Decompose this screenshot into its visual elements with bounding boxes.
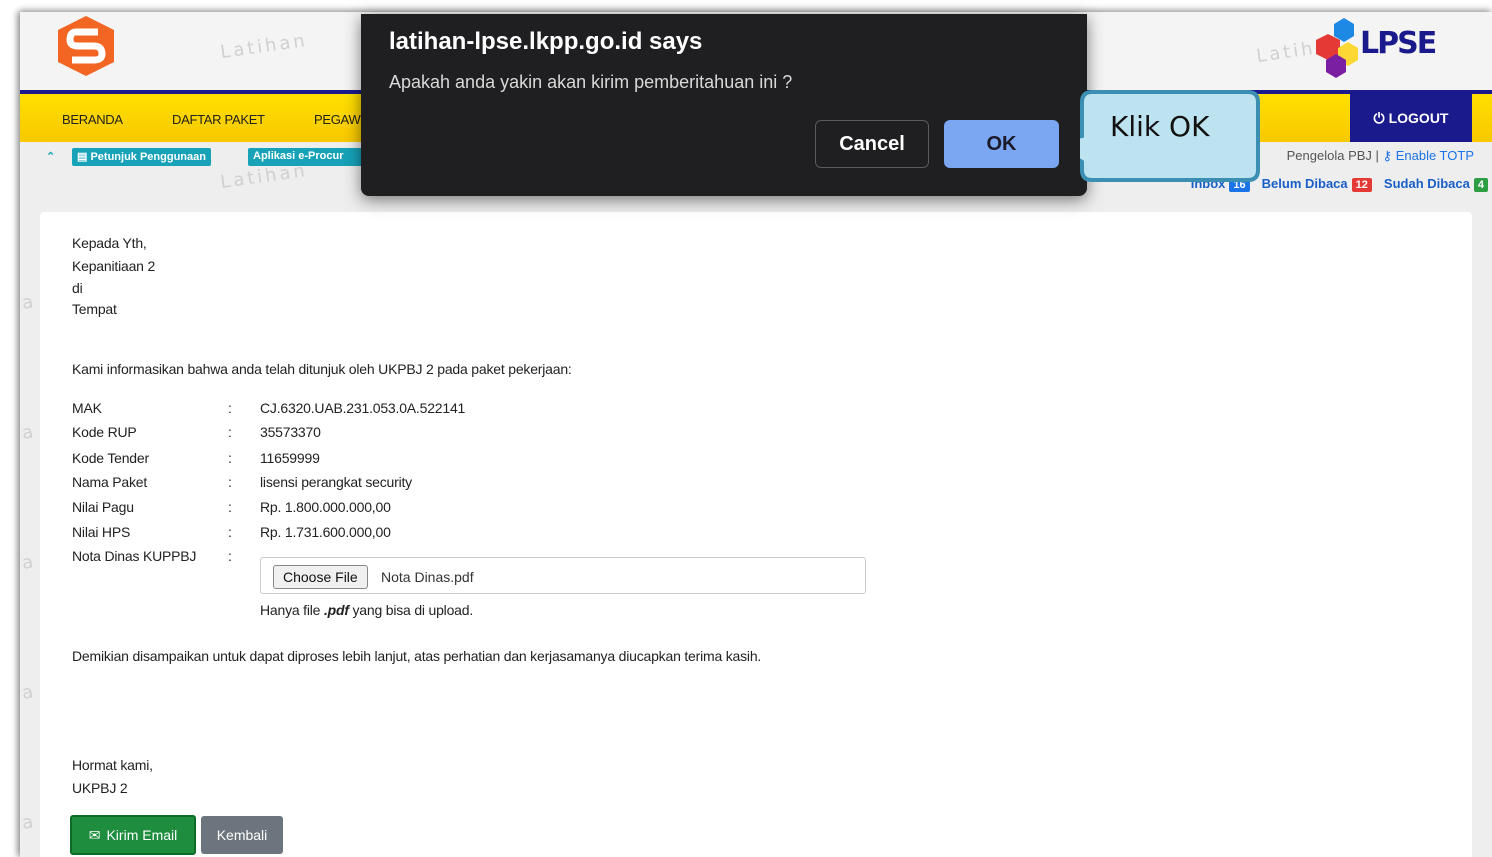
envelope-icon: ✉ [88,826,101,843]
lpse-hexagon-icon [1316,18,1358,78]
field-value-nilai-pagu: Rp. 1.800.000.000,00 [260,499,391,515]
field-value-kode-rup: 35573370 [260,424,321,440]
watermark-text: a [20,291,38,314]
petunjuk-penggunaan-link[interactable]: ▤ Petunjuk Penggunaan [72,148,211,166]
sign-off-line: UKPBJ 2 [72,780,128,796]
selected-file-name: Nota Dinas.pdf [381,569,474,585]
field-colon: : [228,474,232,490]
kirim-email-label: Kirim Email [106,827,178,843]
enable-totp-link[interactable]: Enable TOTP [1396,148,1474,163]
watermark-text: a [20,681,38,704]
field-label-kode-tender: Kode Tender [72,450,149,466]
sudah-dibaca-link[interactable]: Sudah Dibaca 4 [1384,176,1488,192]
field-label-nilai-hps: Nilai HPS [72,524,131,540]
kembali-button[interactable]: Kembali [201,816,283,854]
belum-dibaca-link[interactable]: Belum Dibaca 12 [1262,176,1372,192]
belum-dibaca-count-badge: 12 [1351,178,1372,192]
field-label-mak: MAK [72,400,102,416]
cancel-button[interactable]: Cancel [815,120,929,168]
book-icon: ▤ [77,151,91,163]
watermark-text: a [20,421,38,444]
logout-button[interactable]: ⏻ LOGOUT [1350,94,1472,142]
sudah-dibaca-label: Sudah Dibaca [1383,176,1470,191]
field-colon: : [228,424,232,440]
field-value-mak: CJ.6320.UAB.231.053.0A.522141 [260,400,466,416]
nav-beranda[interactable]: BERANDA [62,112,123,127]
sudah-dibaca-count-badge: 4 [1473,178,1488,192]
dialog-message: Apakah anda yakin akan kirim pemberitahu… [389,72,793,92]
power-icon: ⏻ [1373,109,1385,126]
field-label-nama-paket: Nama Paket [72,474,148,490]
role-label: Pengelola PBJ | [1286,148,1379,163]
belum-dibaca-label: Belum Dibaca [1261,176,1348,191]
greeting-line: Kepada Yth, [72,235,147,251]
field-label-kode-rup: Kode RUP [72,424,137,440]
intro-text: Kami informasikan bahwa anda telah ditun… [72,361,572,377]
nav-pegawai[interactable]: PEGAW [314,112,361,127]
nota-dinas-file-input[interactable]: Choose File Nota Dinas.pdf [260,557,866,594]
hint-extension: .pdf [323,602,349,618]
field-colon: : [228,548,232,564]
upload-hint: Hanya file .pdf yang bisa di upload. [260,599,473,621]
greeting-line: Kepanitiaan 2 [72,258,156,274]
role-info: Pengelola PBJ | ⚷ Enable TOTP [1287,148,1474,164]
watermark-text: Latihan [218,29,310,64]
instruction-callout: Klik OK [1046,90,1260,182]
field-colon: : [228,524,232,540]
lpse-logo: LPSE [1306,16,1476,78]
kirim-email-button[interactable]: ✉ Kirim Email [70,815,196,855]
field-colon: : [228,450,232,466]
closing-text: Demikian disampaikan untuk dapat diprose… [72,648,762,664]
field-label-nilai-pagu: Nilai Pagu [72,499,134,515]
field-label-nota-dinas: Nota Dinas KUPPBJ [72,548,197,564]
logout-label: LOGOUT [1388,110,1449,126]
hint-suffix: yang bisa di upload. [348,602,474,618]
confirm-dialog: latihan-lpse.lkpp.go.id says Apakah anda… [361,14,1087,196]
key-icon: ⚷ [1382,148,1393,163]
spse-logo [58,16,114,76]
collapse-up-icon[interactable]: ⌃ [46,150,55,163]
dialog-title: latihan-lpse.lkpp.go.id says [389,28,703,55]
field-colon: : [228,400,232,416]
choose-file-button[interactable]: Choose File [273,565,368,589]
nav-daftar-paket[interactable]: DAFTAR PAKET [172,112,265,127]
watermark-text: a [20,551,38,574]
sign-off-line: Hormat kami, [72,757,153,773]
watermark-text: a [20,811,38,834]
ok-button[interactable]: OK [944,120,1059,168]
letter-card: Kepada Yth, Kepanitiaan 2 di Tempat Kami… [40,212,1472,857]
field-colon: : [228,499,232,515]
lpse-brand-text: LPSE [1360,26,1437,61]
hint-prefix: Hanya file [260,602,324,618]
greeting-line: Tempat [72,301,117,317]
field-value-nilai-hps: Rp. 1.731.600.000,00 [260,524,391,540]
greeting-line: di [72,280,83,296]
callout-text: Klik OK [1110,110,1210,143]
petunjuk-label: Petunjuk Penggunaan [90,151,206,163]
field-value-nama-paket: lisensi perangkat security [260,474,412,490]
field-value-kode-tender: 11659999 [260,450,320,466]
